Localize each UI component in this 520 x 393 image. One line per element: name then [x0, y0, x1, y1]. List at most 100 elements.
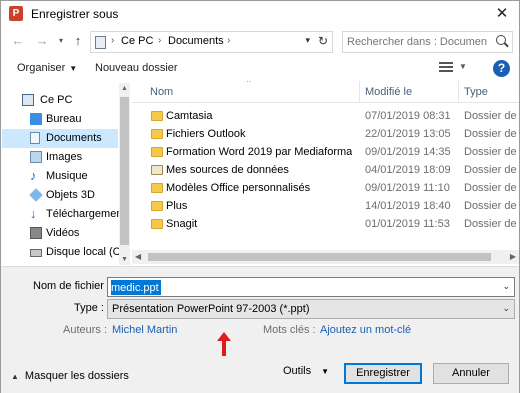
authors-value[interactable]: Michel Martin — [112, 324, 177, 336]
sidebar-item-label: Téléchargement — [46, 208, 126, 220]
folder-icon — [151, 183, 163, 193]
save-as-dialog: P Enregistrer sous ✕ ← → ▾ ↑ › Ce PC › D… — [0, 0, 520, 393]
filename-input[interactable] — [111, 280, 491, 295]
chevron-up-icon: ▲ — [11, 372, 19, 381]
scroll-down-icon[interactable]: ▼ — [121, 256, 128, 263]
file-type: Dossier de fic — [464, 110, 519, 122]
scroll-thumb[interactable] — [148, 253, 491, 261]
navigation-pane: Ce PC Bureau Documents Images ♪ Musique … — [2, 83, 130, 265]
folder-icon — [151, 219, 163, 229]
sidebar-item-disque-local[interactable]: Disque local (C:) — [2, 243, 127, 262]
videos-icon — [30, 227, 42, 239]
red-arrow-annotation — [217, 332, 231, 356]
file-row[interactable]: Modèles Office personnalisés 09/01/2019 … — [132, 179, 519, 197]
filename-label: Nom de fichier : — [33, 280, 111, 292]
hide-folders-button[interactable]: ▲ Masquer les dossiers — [11, 370, 129, 382]
file-row[interactable]: Camtasia 07/01/2019 08:31 Dossier de fic — [132, 107, 519, 125]
file-modified: 07/01/2019 08:31 — [365, 110, 451, 122]
column-divider[interactable] — [458, 81, 459, 103]
sidebar-item-ce-pc[interactable]: Ce PC — [2, 91, 118, 110]
tags-label: Mots clés : — [263, 324, 316, 336]
powerpoint-icon: P — [9, 6, 23, 21]
filename-combobox[interactable]: ⌄ — [107, 277, 515, 297]
column-divider[interactable] — [359, 81, 360, 103]
save-form: Nom de fichier : ⌄ Type : Présentation P… — [1, 266, 519, 393]
file-row[interactable]: Fichiers Outlook 22/01/2019 13:05 Dossie… — [132, 125, 519, 143]
file-row[interactable]: Mes sources de données 04/01/2019 18:09 … — [132, 161, 519, 179]
sidebar-item-label: Disque local (C:) — [46, 246, 128, 258]
address-dropdown-icon[interactable]: ▾ — [305, 35, 310, 46]
close-button[interactable]: ✕ — [489, 3, 515, 25]
sidebar-item-telechargement[interactable]: ↓ Téléchargement — [2, 205, 126, 224]
sidebar-item-videos[interactable]: Vidéos — [2, 224, 118, 243]
sidebar-item-documents[interactable]: Documents — [2, 129, 118, 148]
view-options-icon[interactable] — [439, 62, 453, 74]
sidebar-item-label: Ce PC — [40, 94, 73, 106]
caret-down-icon: ▼ — [69, 64, 78, 73]
documents-icon — [30, 132, 40, 144]
sidebar-item-label: Vidéos — [46, 227, 80, 239]
data-sources-folder-icon — [151, 165, 163, 175]
file-name: Fichiers Outlook — [166, 128, 246, 140]
file-type-value: Présentation PowerPoint 97-2003 (*.ppt) — [112, 303, 310, 315]
column-name[interactable]: Nom — [150, 86, 173, 98]
sort-ascending-icon: ^ — [247, 81, 251, 87]
file-row[interactable]: Plus 14/01/2019 18:40 Dossier de fic — [132, 197, 519, 215]
sidebar-item-objets-3d[interactable]: Objets 3D — [2, 186, 118, 205]
scroll-up-icon[interactable]: ▲ — [121, 85, 128, 92]
search-box[interactable] — [342, 31, 513, 53]
chevron-right-icon[interactable]: › — [111, 35, 114, 46]
window-title: Enregistrer sous — [31, 7, 119, 21]
chevron-right-icon[interactable]: › — [227, 35, 230, 46]
refresh-icon[interactable]: ↻ — [318, 34, 328, 48]
file-type: Dossier de fic — [464, 218, 519, 230]
file-row[interactable]: Snagit 01/01/2019 11:53 Dossier de fic — [132, 215, 519, 233]
images-icon — [30, 151, 42, 163]
forward-button[interactable]: → — [33, 32, 51, 50]
up-button[interactable]: ↑ — [69, 32, 87, 50]
organize-button[interactable]: Organiser ▼ — [17, 62, 77, 74]
file-type-select[interactable]: Présentation PowerPoint 97-2003 (*.ppt) … — [107, 299, 515, 319]
scroll-thumb[interactable] — [120, 97, 129, 245]
recent-locations-dropdown[interactable]: ▾ — [59, 32, 63, 50]
file-list-horizontal-scrollbar[interactable]: ◀ ▶ — [132, 250, 519, 264]
chevron-right-icon[interactable]: › — [158, 35, 161, 46]
add-tag-link[interactable]: Ajoutez un mot-clé — [320, 324, 411, 336]
sidebar-item-bureau[interactable]: Bureau — [2, 110, 118, 129]
breadcrumb-ce-pc[interactable]: Ce PC — [121, 35, 153, 47]
column-type[interactable]: Type — [464, 86, 488, 98]
help-icon[interactable]: ? — [493, 60, 510, 77]
file-name: Plus — [166, 200, 188, 212]
file-name: Formation Word 2019 par Mediaforma_fi... — [166, 146, 352, 158]
scroll-right-icon[interactable]: ▶ — [510, 252, 516, 261]
column-modified[interactable]: Modifié le — [365, 86, 412, 98]
sidebar-item-images[interactable]: Images — [2, 148, 118, 167]
file-modified: 04/01/2019 18:09 — [365, 164, 451, 176]
file-type: Dossier de fic — [464, 200, 519, 212]
chevron-down-icon[interactable]: ⌄ — [502, 281, 510, 292]
back-button[interactable]: ← — [9, 32, 27, 50]
search-icon[interactable] — [496, 35, 506, 45]
new-folder-button[interactable]: Nouveau dossier — [95, 62, 178, 74]
sidebar-item-musique[interactable]: ♪ Musique — [2, 167, 118, 186]
navigation-pane-scrollbar[interactable]: ▲ ▼ — [119, 83, 130, 265]
file-modified: 09/01/2019 11:10 — [365, 182, 450, 194]
sidebar-item-label: Musique — [46, 170, 88, 182]
search-input[interactable] — [347, 34, 487, 50]
address-bar[interactable]: › Ce PC › Documents › ▾ ↻ — [90, 31, 333, 53]
file-row[interactable]: Formation Word 2019 par Mediaforma_fi...… — [132, 143, 519, 161]
file-type: Dossier de fic — [464, 164, 519, 176]
file-list: ^ Nom Modifié le Type Camtasia 07/01/201… — [132, 81, 519, 265]
chevron-down-icon[interactable]: ⌄ — [502, 303, 510, 314]
tools-button[interactable]: Outils ▼ — [283, 365, 329, 377]
scroll-left-icon[interactable]: ◀ — [135, 252, 141, 261]
caret-down-icon: ▼ — [321, 367, 330, 376]
view-dropdown-icon[interactable]: ▼ — [459, 62, 467, 71]
folder-icon — [151, 201, 163, 211]
file-type: Dossier de fic — [464, 128, 519, 140]
navigation-bar: ← → ▾ ↑ › Ce PC › Documents › ▾ ↻ — [1, 28, 519, 56]
breadcrumb-documents[interactable]: Documents — [168, 35, 224, 47]
cancel-button[interactable]: Annuler — [433, 363, 509, 384]
save-button[interactable]: Enregistrer — [344, 363, 422, 384]
file-name: Camtasia — [166, 110, 213, 122]
